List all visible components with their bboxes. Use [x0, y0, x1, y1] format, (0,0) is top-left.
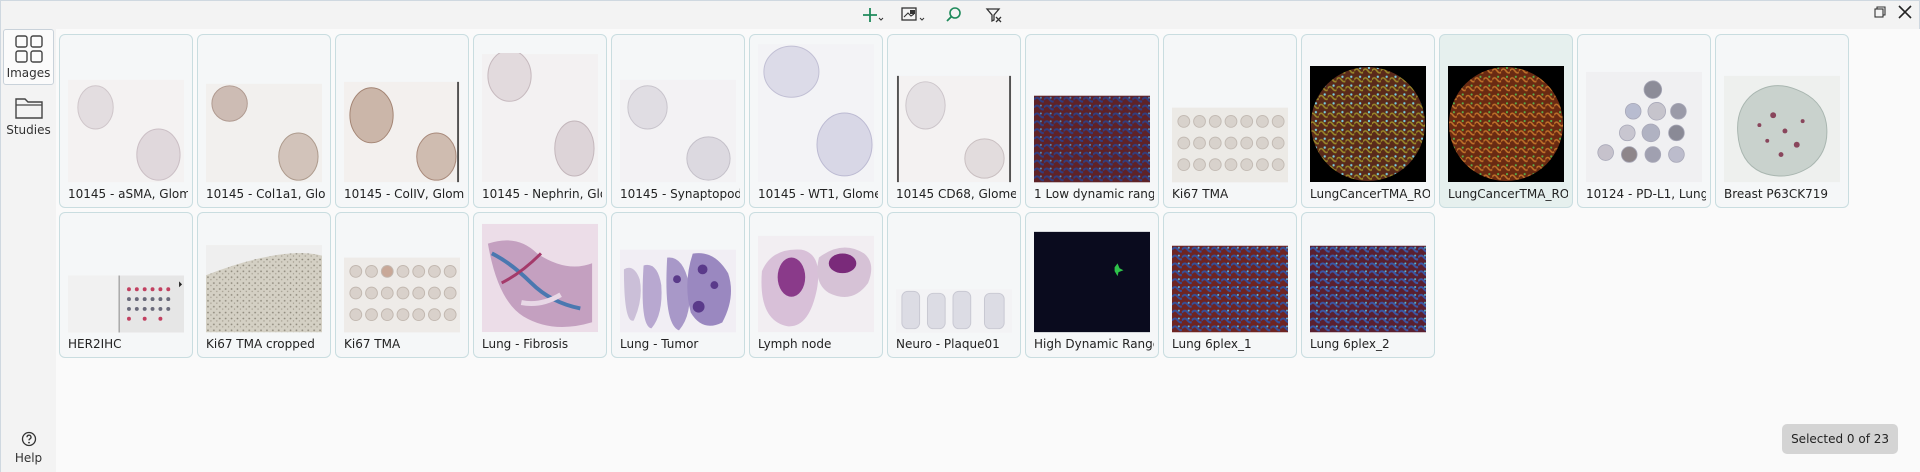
- image-card[interactable]: 10145 - Col1a1, Glome: [197, 34, 331, 208]
- image-card-label: Ki67 TMA: [1172, 187, 1229, 201]
- rail-images-label: Images: [6, 66, 51, 80]
- image-thumbnail: [620, 249, 736, 333]
- image-thumbnail: [482, 223, 598, 333]
- image-thumbnail: [68, 275, 184, 333]
- image-card-label: Lung - Fibrosis: [482, 337, 569, 351]
- image-card[interactable]: 10145 CD68, Glomeruli: [887, 34, 1021, 208]
- image-card-label: 1 Low dynamic range: [1034, 187, 1154, 201]
- image-card-label: 10145 - WT1, Glomerul: [758, 187, 878, 201]
- image-thumbnail: [758, 235, 874, 333]
- image-card-label: HER2IHC: [68, 337, 122, 351]
- image-card-label: 10145 CD68, Glomeruli: [896, 187, 1016, 201]
- search-button[interactable]: [941, 4, 967, 26]
- image-card[interactable]: Lung - Fibrosis: [473, 212, 607, 358]
- folder-icon: [14, 98, 43, 119]
- image-card[interactable]: Ki67 TMA: [335, 212, 469, 358]
- image-card-label: Lymph node: [758, 337, 832, 351]
- image-card-label: LungCancerTMA_ROIA: [1448, 187, 1568, 201]
- top-toolbar: [861, 4, 1007, 26]
- image-card-label: LungCancerTMA_ROIA: [1310, 187, 1430, 201]
- image-thumbnail: [68, 79, 184, 183]
- image-thumbnail: [344, 257, 460, 333]
- image-card[interactable]: High Dynamic Range I: [1025, 212, 1159, 358]
- grid-icon: [14, 35, 43, 63]
- image-card-label: Neuro - Plaque01: [896, 337, 1000, 351]
- image-card-label: 10145 - Col1a1, Glome: [206, 187, 326, 201]
- image-thumbnail: [482, 53, 598, 183]
- image-card-label: 10145 - Nephrin, Glom: [482, 187, 602, 201]
- image-card[interactable]: Ki67 TMA: [1163, 34, 1297, 208]
- image-card[interactable]: 10145 - WT1, Glomerul: [749, 34, 883, 208]
- image-card[interactable]: Breast P63CK719: [1715, 34, 1849, 208]
- rail-studies-label: Studies: [6, 123, 51, 137]
- image-card[interactable]: 10145 - aSMA, Glomer: [59, 34, 193, 208]
- image-options-icon: [901, 7, 925, 21]
- image-gallery: 10145 - aSMA, Glomer 10145 - Col1a1, Glo…: [56, 29, 1920, 472]
- image-card-label: Lung 6plex_2: [1310, 337, 1390, 351]
- image-thumbnail: [620, 79, 736, 183]
- image-card-label: Lung - Tumor: [620, 337, 699, 351]
- image-card-label: Ki67 TMA cropped: [206, 337, 315, 351]
- image-card-label: Breast P63CK719: [1724, 187, 1829, 201]
- image-thumbnail: [1586, 71, 1702, 183]
- image-thumbnail: [896, 75, 1012, 183]
- image-thumbnail: [344, 81, 460, 183]
- image-card-label: 10145 - ColIV, Glomeru: [344, 187, 464, 201]
- image-thumbnail: [1310, 65, 1426, 183]
- clear-filter-icon: [985, 8, 1002, 23]
- selection-status: Selected 0 of 23: [1782, 424, 1898, 454]
- add-button[interactable]: [861, 4, 887, 26]
- image-card[interactable]: LungCancerTMA_ROIA: [1301, 34, 1435, 208]
- app-window: Images Studies Help 10145 - aSMA, Glo 10…: [0, 0, 1920, 472]
- image-thumbnail: [1448, 65, 1564, 183]
- image-thumbnail: [1172, 107, 1288, 183]
- help-icon: [21, 431, 36, 447]
- image-card[interactable]: Ki67 TMA cropped: [197, 212, 331, 358]
- image-thumbnail: [1724, 75, 1840, 183]
- restore-icon[interactable]: [1873, 5, 1887, 19]
- image-thumbnail: [1172, 245, 1288, 333]
- close-icon[interactable]: [1897, 4, 1913, 20]
- rail-studies-button[interactable]: Studies: [3, 91, 54, 147]
- image-card[interactable]: LungCancerTMA_ROIA: [1439, 34, 1573, 208]
- image-thumbnail: [206, 83, 322, 183]
- image-thumbnail: [758, 43, 874, 183]
- image-card[interactable]: 1 Low dynamic range: [1025, 34, 1159, 208]
- image-thumbnail: [1034, 95, 1150, 183]
- image-card-label: 10145 - aSMA, Glomer: [68, 187, 188, 201]
- image-options-button[interactable]: [901, 4, 927, 26]
- image-card[interactable]: 10145 - ColIV, Glomeru: [335, 34, 469, 208]
- image-card[interactable]: Lung 6plex_1: [1163, 212, 1297, 358]
- image-card[interactable]: 10124 - PD-L1, Lung C: [1577, 34, 1711, 208]
- image-card[interactable]: Lung 6plex_2: [1301, 212, 1435, 358]
- image-card[interactable]: 10145 - Nephrin, Glom: [473, 34, 607, 208]
- image-card-label: 10124 - PD-L1, Lung C: [1586, 187, 1706, 201]
- add-icon: [863, 8, 884, 22]
- search-icon: [946, 7, 961, 22]
- image-card-label: 10145 - Synaptopodin,: [620, 187, 740, 201]
- image-card[interactable]: HER2IHC: [59, 212, 193, 358]
- clear-filter-button[interactable]: [981, 4, 1007, 26]
- image-thumbnail: [1034, 231, 1150, 333]
- left-rail: Images Studies Help: [1, 1, 56, 472]
- image-thumbnail: [206, 245, 322, 333]
- image-card-label: Lung 6plex_1: [1172, 337, 1252, 351]
- image-card[interactable]: 10145 - Synaptopodin,: [611, 34, 745, 208]
- rail-images-button[interactable]: Images: [3, 29, 54, 85]
- help-label: Help: [14, 451, 43, 465]
- help-button[interactable]: Help: [1, 431, 56, 465]
- image-card[interactable]: Lymph node: [749, 212, 883, 358]
- image-thumbnail: [1310, 245, 1426, 333]
- window-controls: [1873, 4, 1913, 20]
- image-card-label: High Dynamic Range I: [1034, 337, 1154, 351]
- image-thumbnail: [896, 289, 1012, 333]
- image-card-label: Ki67 TMA: [344, 337, 401, 351]
- image-card[interactable]: Lung - Tumor: [611, 212, 745, 358]
- image-card[interactable]: Neuro - Plaque01: [887, 212, 1021, 358]
- thumbnail-grid: 10145 - aSMA, Glomer 10145 - Col1a1, Glo…: [59, 34, 1859, 358]
